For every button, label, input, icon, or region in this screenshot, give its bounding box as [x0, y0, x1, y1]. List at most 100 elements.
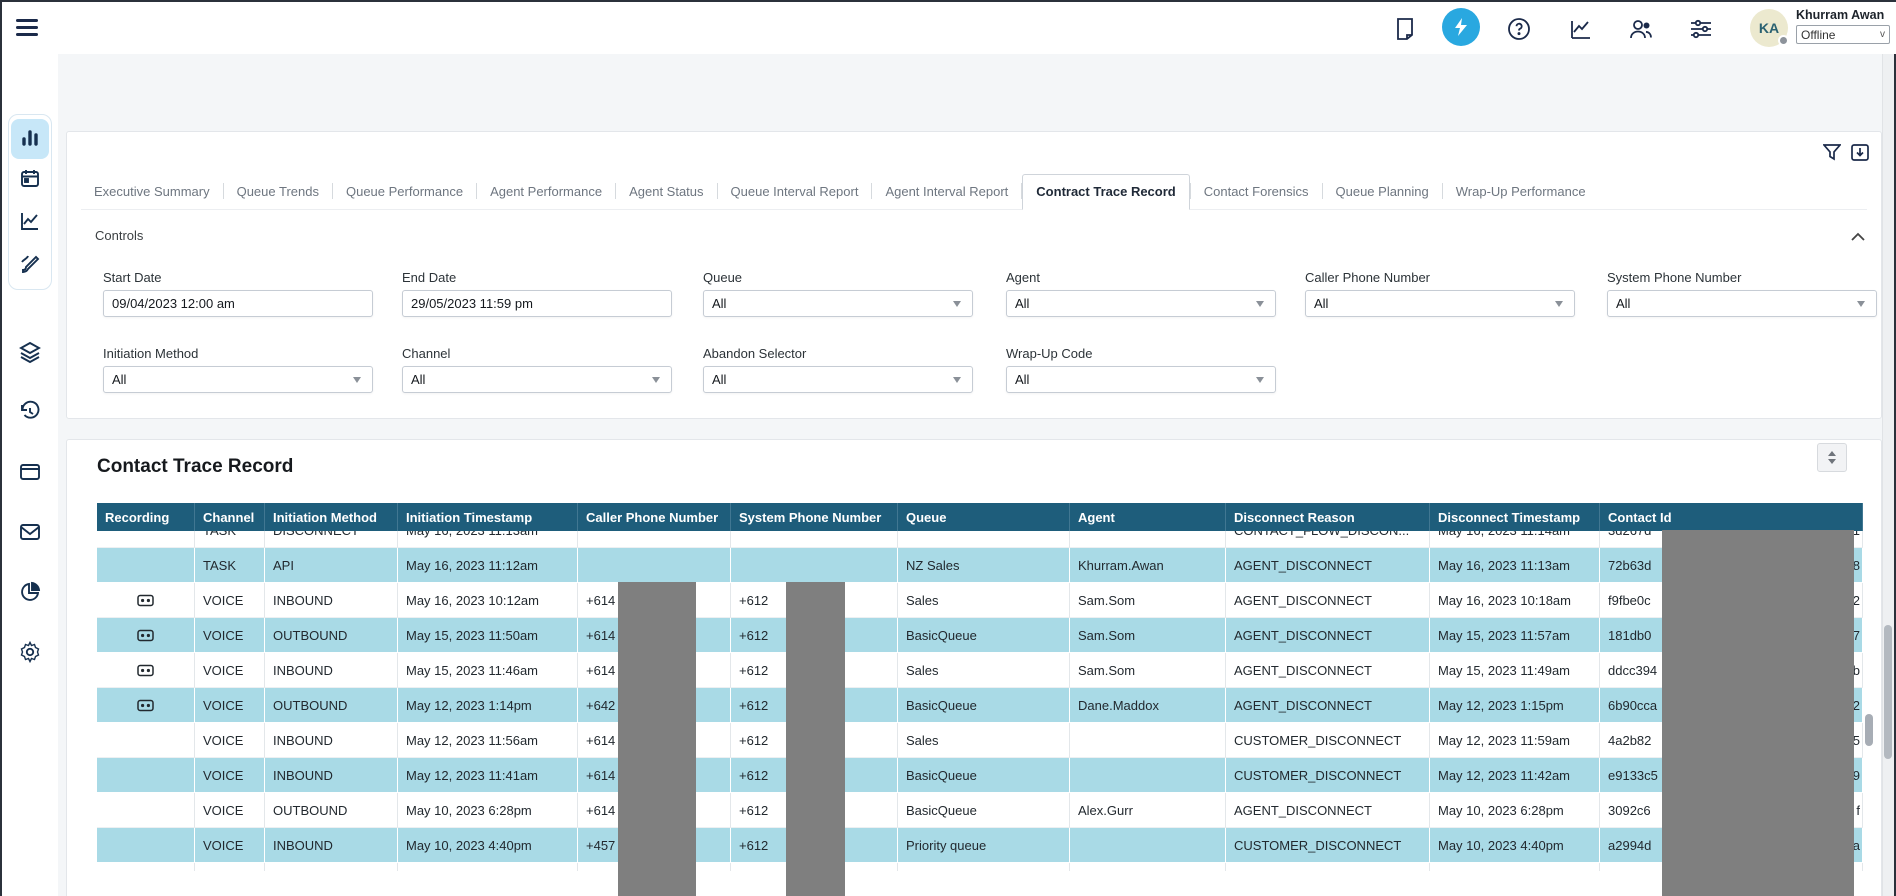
table-cell: BasicQueue [898, 758, 1070, 793]
column-header-contact-id[interactable]: Contact Id [1600, 503, 1863, 531]
table-scrollbar-thumb[interactable] [1865, 714, 1873, 746]
column-header-queue[interactable]: Queue [898, 503, 1070, 531]
chevron-down-icon [953, 301, 961, 307]
table-cell [731, 531, 898, 548]
column-header-initiation-method[interactable]: Initiation Method [265, 503, 398, 531]
table-row[interactable]: VOICEOUTBOUNDMay 15, 2023 11:50am+614+61… [97, 618, 1863, 653]
sidebar-item-design[interactable] [11, 245, 49, 285]
sidebar-item-window[interactable] [18, 462, 42, 486]
column-header-caller-phone-number[interactable]: Caller Phone Number [578, 503, 731, 531]
table-row[interactable]: VOICEINBOUNDMay 15, 2023 11:46am+614+612… [97, 653, 1863, 688]
filter-value: All [112, 372, 126, 387]
column-header-system-phone-number[interactable]: System Phone Number [731, 503, 898, 531]
help-icon[interactable] [1506, 16, 1532, 42]
filter-dropdown[interactable]: All [703, 290, 973, 317]
filter-dropdown[interactable]: All [1607, 290, 1877, 317]
filter-value: All [1616, 296, 1630, 311]
table-row[interactable]: VOICEINBOUNDMay 12, 2023 11:41am+614+612… [97, 758, 1863, 793]
filter-label: Start Date [103, 270, 373, 285]
table-row[interactable]: VOICEINBOUNDMay 12, 2023 11:56am+614+612… [97, 723, 1863, 758]
table-cell: Khurram.Awan [1070, 548, 1226, 583]
filter-initiation-method: Initiation MethodAll [103, 346, 373, 393]
note-icon[interactable] [1392, 16, 1418, 42]
tab-queue-interval-report[interactable]: Queue Interval Report [718, 175, 872, 209]
column-header-disconnect-timestamp[interactable]: Disconnect Timestamp [1430, 503, 1600, 531]
tab-wrap-up-performance[interactable]: Wrap-Up Performance [1443, 175, 1599, 209]
sidebar-item-reports[interactable] [11, 119, 49, 159]
table-cell: May 16, 2023 10:18am [1430, 583, 1600, 618]
tab-executive-summary[interactable]: Executive Summary [81, 175, 223, 209]
table-cell: INBOUND [265, 723, 398, 758]
tab-agent-performance[interactable]: Agent Performance [477, 175, 615, 209]
download-icon[interactable] [1851, 144, 1869, 166]
sidebar-item-history[interactable] [18, 402, 42, 426]
chart-icon[interactable] [1568, 16, 1594, 42]
chevron-down-icon [652, 377, 660, 383]
recording-cell [97, 531, 195, 548]
filter-system-phone-number: System Phone Number All [1607, 270, 1877, 317]
table-row[interactable]: TASKAPIMay 16, 2023 11:12amNZ SalesKhurr… [97, 548, 1863, 583]
recording-icon[interactable] [97, 688, 195, 723]
history-icon [18, 400, 42, 429]
filter-dropdown[interactable]: All [1006, 290, 1276, 317]
table-row[interactable]: VOICEINBOUNDMay 10, 2023 4:40pm+457+612P… [97, 828, 1863, 863]
recording-icon[interactable] [97, 653, 195, 688]
tab-queue-trends[interactable]: Queue Trends [224, 175, 332, 209]
sidebar-item-trends[interactable] [11, 203, 49, 243]
sliders-icon[interactable] [1688, 16, 1714, 42]
sidebar-item-mail[interactable] [18, 522, 42, 546]
table-row[interactable]: VOICEOUTBOUNDMay 12, 2023 1:14pm+642+612… [97, 688, 1863, 723]
recording-icon[interactable] [97, 618, 195, 653]
bolt-icon[interactable] [1442, 8, 1480, 46]
filter-input[interactable]: 29/05/2023 11:59 pm [402, 290, 672, 317]
table-cell: May 16, 2023 11:14am [1430, 531, 1600, 548]
filter-value: All [1015, 372, 1029, 387]
sidebar-item-schedule[interactable] [11, 161, 49, 201]
filter-label: System Phone Number [1607, 270, 1877, 285]
table-cell: May 12, 2023 11:41am [398, 758, 578, 793]
tab-agent-interval-report[interactable]: Agent Interval Report [872, 175, 1021, 209]
table-row[interactable]: VOICEINBOUNDMay 16, 2023 10:12am+614+612… [97, 583, 1863, 618]
filter-input[interactable]: 09/04/2023 12:00 am [103, 290, 373, 317]
people-icon[interactable] [1628, 16, 1654, 42]
sidebar-item-settings[interactable] [18, 642, 42, 666]
column-header-recording[interactable]: Recording [97, 503, 195, 531]
recording-icon[interactable] [97, 583, 195, 618]
table-stepper[interactable] [1817, 443, 1847, 472]
tab-contact-forensics[interactable]: Contact Forensics [1191, 175, 1322, 209]
table-cell: BasicQueue [898, 618, 1070, 653]
table-cell: VOICE [195, 583, 265, 618]
table-cell: Dane.Maddox [1070, 688, 1226, 723]
table-cell: May 10, 2023 3:35pm [1430, 863, 1600, 871]
tab-agent-status[interactable]: Agent Status [616, 175, 716, 209]
sidebar-item-layers[interactable] [18, 342, 42, 366]
status-select[interactable]: Offlinev [1796, 25, 1890, 44]
table-cell: BasicQueue [898, 863, 1070, 871]
window-scrollbar[interactable] [1882, 54, 1894, 896]
window-scrollbar-thumb[interactable] [1884, 625, 1892, 759]
table-cell: INBOUND [265, 863, 398, 871]
tab-queue-planning[interactable]: Queue Planning [1323, 175, 1442, 209]
tab-contract-trace-record[interactable]: Contract Trace Record [1022, 174, 1189, 210]
contact-id-prefix: e9133c5 [1608, 768, 1658, 783]
table-cell [1070, 863, 1226, 871]
table-row[interactable]: TASKDISCONNECTMay 16, 2023 11:13amCONTAC… [97, 531, 1863, 548]
table-row[interactable]: VOICEINBOUNDMay 10, 2023 3:35pm+614+612B… [97, 863, 1863, 871]
sidebar-item-pie[interactable] [18, 582, 42, 606]
filter-dropdown[interactable]: All [402, 366, 672, 393]
collapse-chevron-icon[interactable] [1851, 228, 1865, 246]
filter-dropdown[interactable]: All [1305, 290, 1575, 317]
column-header-initiation-timestamp[interactable]: Initiation Timestamp [398, 503, 578, 531]
column-header-agent[interactable]: Agent [1070, 503, 1226, 531]
filter-dropdown[interactable]: All [703, 366, 973, 393]
filter-funnel-icon[interactable] [1823, 144, 1841, 166]
tab-queue-performance[interactable]: Queue Performance [333, 175, 476, 209]
filter-dropdown[interactable]: All [103, 366, 373, 393]
filter-dropdown[interactable]: All [1006, 366, 1276, 393]
hamburger-menu-icon[interactable] [16, 19, 38, 37]
column-header-channel[interactable]: Channel [195, 503, 265, 531]
column-header-disconnect-reason[interactable]: Disconnect Reason [1226, 503, 1430, 531]
table-row[interactable]: VOICEOUTBOUNDMay 10, 2023 6:28pm+614+612… [97, 793, 1863, 828]
filter-value: 09/04/2023 12:00 am [112, 296, 235, 311]
table-cell: INBOUND [265, 758, 398, 793]
